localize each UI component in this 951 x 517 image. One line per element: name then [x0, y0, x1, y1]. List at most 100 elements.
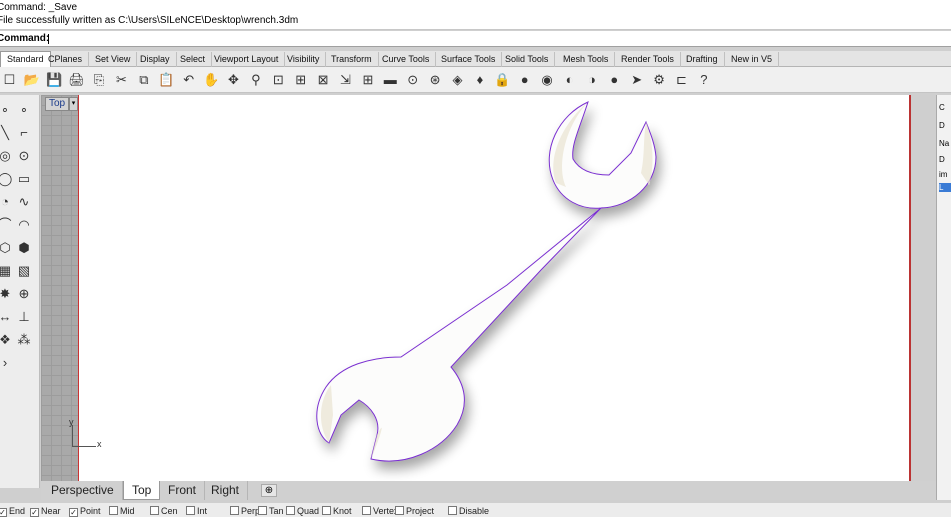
checkbox-icon[interactable]: ✓	[30, 508, 39, 517]
transform-icon[interactable]: ▦	[0, 262, 14, 280]
extrude-icon[interactable]: ∿	[15, 193, 33, 211]
ellipse-icon[interactable]: ◎	[0, 147, 14, 165]
osnap-perp[interactable]: Perp	[230, 506, 260, 516]
checkbox-icon[interactable]	[186, 506, 195, 515]
tab-curve-tools[interactable]: Curve Tools	[376, 52, 437, 67]
new-icon[interactable]: ☐	[1, 71, 18, 88]
polyline-icon[interactable]: ∘	[15, 101, 33, 119]
tab-visibility[interactable]: Visibility	[281, 52, 327, 67]
tab-set-view[interactable]: Set View	[89, 52, 138, 67]
dimension-icon[interactable]: ⊕	[15, 285, 33, 303]
tab-mesh-tools[interactable]: Mesh Tools	[557, 52, 616, 67]
checkbox-icon[interactable]	[322, 506, 331, 515]
command-input-caret[interactable]	[48, 34, 49, 44]
zoom-icon[interactable]: ⚲	[247, 71, 264, 88]
panel-item[interactable]: L	[939, 183, 951, 192]
osnap-disable[interactable]: Disable	[448, 506, 489, 516]
checkbox-icon[interactable]	[230, 506, 239, 515]
box-icon[interactable]: ⌒	[0, 216, 14, 234]
top-viewport[interactable]: Top ▾ y x	[41, 95, 911, 481]
print-icon[interactable]: 🖨	[68, 71, 85, 88]
checkbox-icon[interactable]	[395, 506, 404, 515]
tab-cplanes[interactable]: CPlanes	[42, 52, 90, 67]
checkbox-icon[interactable]	[362, 506, 371, 515]
render-icon[interactable]: ⁂	[15, 331, 33, 349]
copy-icon[interactable]: ⧉	[135, 71, 152, 88]
paste-icon[interactable]: 📋	[158, 71, 175, 88]
circle-icon[interactable]: ⌐	[15, 124, 33, 142]
tab-display[interactable]: Display	[134, 52, 177, 67]
four-viewports-icon[interactable]: ⊞	[359, 71, 376, 88]
osnap-mid[interactable]: Mid	[109, 506, 135, 516]
osnap-project[interactable]: Project	[395, 506, 434, 516]
block-icon[interactable]: ⊥	[15, 308, 33, 326]
rotate-view-icon[interactable]: ✥	[225, 71, 242, 88]
zoom-window-icon[interactable]: ⊡	[270, 71, 287, 88]
cursor-icon[interactable]: ➤	[628, 71, 645, 88]
properties-panel[interactable]: C D Na Dim L	[936, 95, 951, 500]
gear-icon[interactable]: ⚙	[651, 71, 668, 88]
panel-item[interactable]: C	[939, 103, 945, 112]
zoom-selected-icon[interactable]: ⊠	[315, 71, 332, 88]
curve-icon[interactable]: ◯	[0, 170, 14, 188]
import-icon[interactable]: ⎘	[91, 71, 108, 88]
add-viewport-tab-button[interactable]: ⊕	[261, 484, 277, 497]
osnap-point[interactable]: ✓ Point	[69, 506, 101, 517]
panel-item[interactable]: D	[939, 155, 945, 164]
layer-icon[interactable]: ◈	[449, 71, 466, 88]
command-line[interactable]: Command:	[0, 31, 951, 47]
osnap-tan[interactable]: Tan	[258, 506, 284, 516]
surface-icon[interactable]: ◔	[0, 193, 14, 211]
move-icon[interactable]: ▧	[15, 262, 33, 280]
checkbox-icon[interactable]: ✓	[69, 508, 78, 517]
sphere-icon[interactable]: ◠	[15, 216, 33, 234]
tab-transform[interactable]: Transform	[325, 52, 379, 67]
open-icon[interactable]: 📂	[23, 71, 40, 88]
render-icon[interactable]: ●	[606, 71, 623, 88]
sphere-icon[interactable]: ◐	[561, 71, 578, 88]
tab-select[interactable]: Select	[174, 52, 213, 67]
array-icon[interactable]: ↔	[0, 308, 14, 326]
lock-icon[interactable]: 🔒	[494, 71, 511, 88]
help-icon[interactable]: ?	[695, 71, 712, 88]
material-icon[interactable]: ●	[516, 71, 533, 88]
freeform-icon[interactable]: ▭	[15, 170, 33, 188]
view-tab-front[interactable]: Front	[160, 481, 206, 500]
tab-render-tools[interactable]: Render Tools	[615, 52, 681, 67]
osnap-vertex[interactable]: Vertex	[362, 506, 399, 516]
wrench-model[interactable]	[41, 95, 911, 481]
tab-surface-tools[interactable]: Surface Tools	[435, 52, 503, 67]
osnap-near[interactable]: ✓ Near	[30, 506, 61, 517]
tab-new-in-v5[interactable]: New in V5	[725, 52, 780, 67]
zoom-extents-icon[interactable]: ⊞	[292, 71, 309, 88]
more-icon[interactable]: ›	[0, 354, 14, 372]
osnap-cen[interactable]: Cen	[150, 506, 178, 516]
osnap-quad[interactable]: Quad	[286, 506, 319, 516]
boolean-icon[interactable]: ⬢	[15, 239, 33, 257]
undo-icon[interactable]: ↶	[180, 71, 197, 88]
rendered-sphere-icon[interactable]: ◑	[583, 71, 600, 88]
pan-icon[interactable]: ✋	[203, 71, 220, 88]
gumball-icon[interactable]: ⊛	[427, 71, 444, 88]
checkbox-icon[interactable]	[150, 506, 159, 515]
checkbox-icon[interactable]: ✓	[0, 508, 7, 517]
view-tab-perspective[interactable]: Perspective	[43, 481, 123, 500]
panel-item[interactable]: D	[939, 121, 945, 130]
checkbox-icon[interactable]	[286, 506, 295, 515]
panel-item[interactable]: Na	[939, 139, 949, 148]
wrench-upper-head[interactable]	[316, 101, 657, 462]
arc-icon[interactable]: ╲	[0, 124, 14, 142]
set-view-icon[interactable]: ⇲	[337, 71, 354, 88]
mesh-icon[interactable]: ⬡	[0, 239, 14, 257]
scale-icon[interactable]: ⊏	[673, 71, 690, 88]
osnap-int[interactable]: Int	[186, 506, 207, 516]
rectangle-icon[interactable]: ⊙	[15, 147, 33, 165]
tab-solid-tools[interactable]: Solid Tools	[499, 52, 556, 67]
rotate-icon[interactable]: ✸	[0, 285, 14, 303]
tab-viewport-layout[interactable]: Viewport Layout	[208, 52, 286, 67]
view-tab-top[interactable]: Top	[123, 481, 161, 500]
panel-item[interactable]: im	[939, 170, 947, 179]
color-wheel-icon[interactable]: ◉	[539, 71, 556, 88]
tab-drafting[interactable]: Drafting	[680, 52, 725, 67]
osnap-icon[interactable]: ⊙	[404, 71, 421, 88]
